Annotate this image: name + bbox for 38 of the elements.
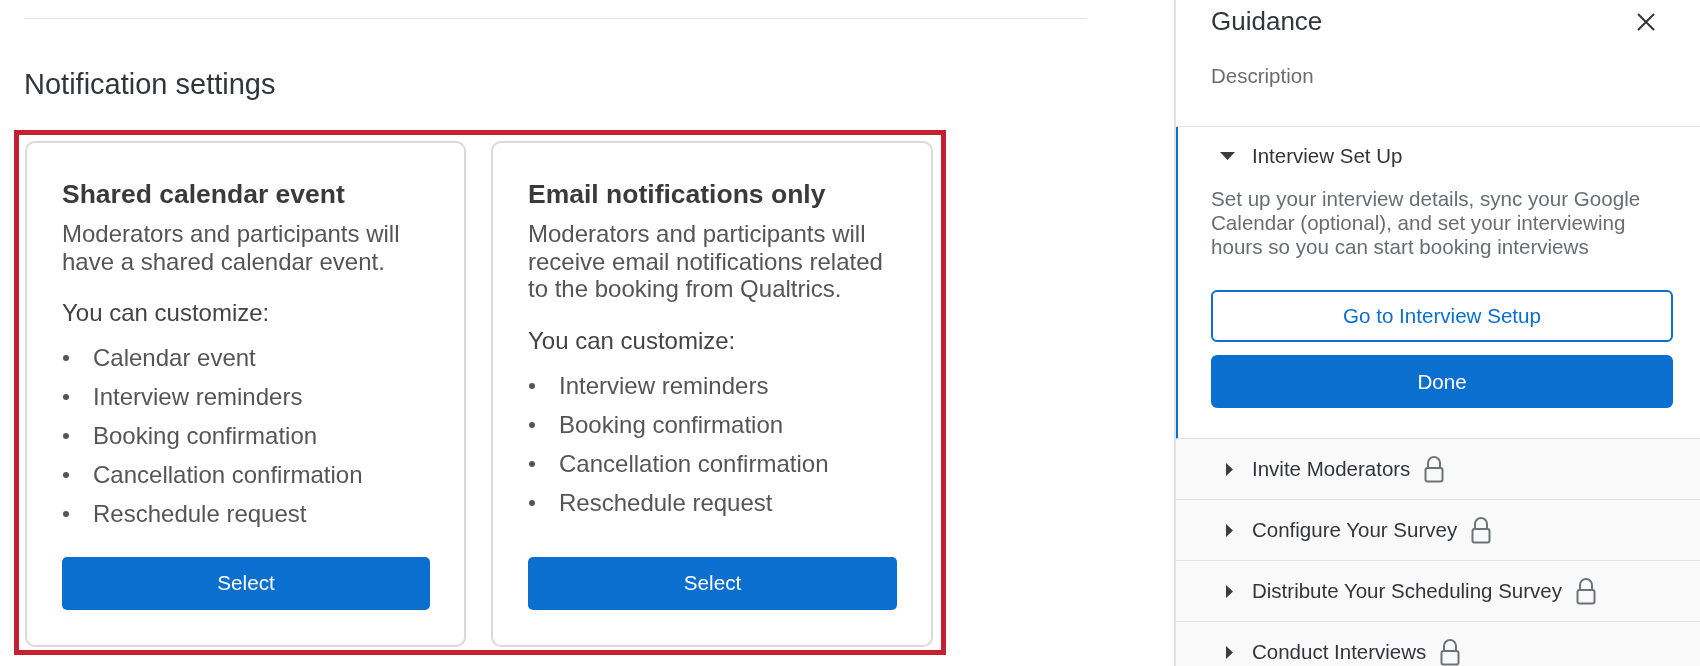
step-header[interactable]: Interview Set Up (1211, 144, 1403, 168)
bullet-icon (529, 382, 535, 389)
bullet-icon (63, 472, 69, 478)
card-title: Shared calendar event (62, 179, 346, 209)
action-button[interactable]: Go to Interview Setup (1211, 290, 1673, 342)
feature-item: Interview reminders (93, 383, 303, 411)
panel-title: Guidance (1211, 5, 1323, 37)
customize-label: You can customize: (528, 326, 737, 354)
feature-item: Booking confirmation (93, 422, 318, 450)
bullet-icon (529, 421, 535, 428)
panel-description: Description (1211, 64, 1315, 88)
bullet-icon (529, 499, 535, 506)
feature-item: Cancellation confirmation (93, 461, 363, 489)
feature-item: Interview reminders (559, 371, 769, 400)
step-header[interactable]: Conduct Interviews (1226, 640, 1427, 664)
feature-item: Cancellation confirmation (559, 449, 829, 478)
step-header[interactable]: Distribute Your Scheduling Survey (1226, 579, 1562, 603)
select-button[interactable]: Select (62, 556, 430, 610)
close-icon[interactable] (1637, 13, 1655, 31)
customize-label: You can customize: (62, 299, 271, 327)
step-header[interactable]: Configure Your Survey (1226, 518, 1458, 542)
bullet-icon (63, 433, 69, 439)
feature-item: Booking confirmation (559, 410, 784, 439)
bullet-icon (63, 394, 69, 400)
bullet-icon (63, 511, 69, 517)
feature-item: Reschedule request (559, 488, 773, 517)
action-button[interactable]: Done (1211, 355, 1673, 408)
card-description: Moderators and participants will receive email notifications related to the booking from Qualtrics. (528, 220, 884, 303)
bullet-icon (529, 460, 535, 467)
step-header[interactable]: Invite Moderators (1226, 457, 1411, 481)
card-description: Moderators and participants will have a shared calendar event. (62, 220, 401, 275)
bullet-icon (63, 355, 69, 361)
select-button[interactable]: Select (528, 556, 897, 610)
feature-item: Reschedule request (93, 500, 307, 528)
feature-item: Calendar event (93, 344, 256, 372)
card-title: Email notifications only (528, 179, 827, 209)
step-description: Set up your interview details, sync your Google Calendar (optional), and set your interviewing hours so you can start booking interviews (1211, 187, 1642, 259)
section-heading: Notification settings (24, 67, 277, 102)
